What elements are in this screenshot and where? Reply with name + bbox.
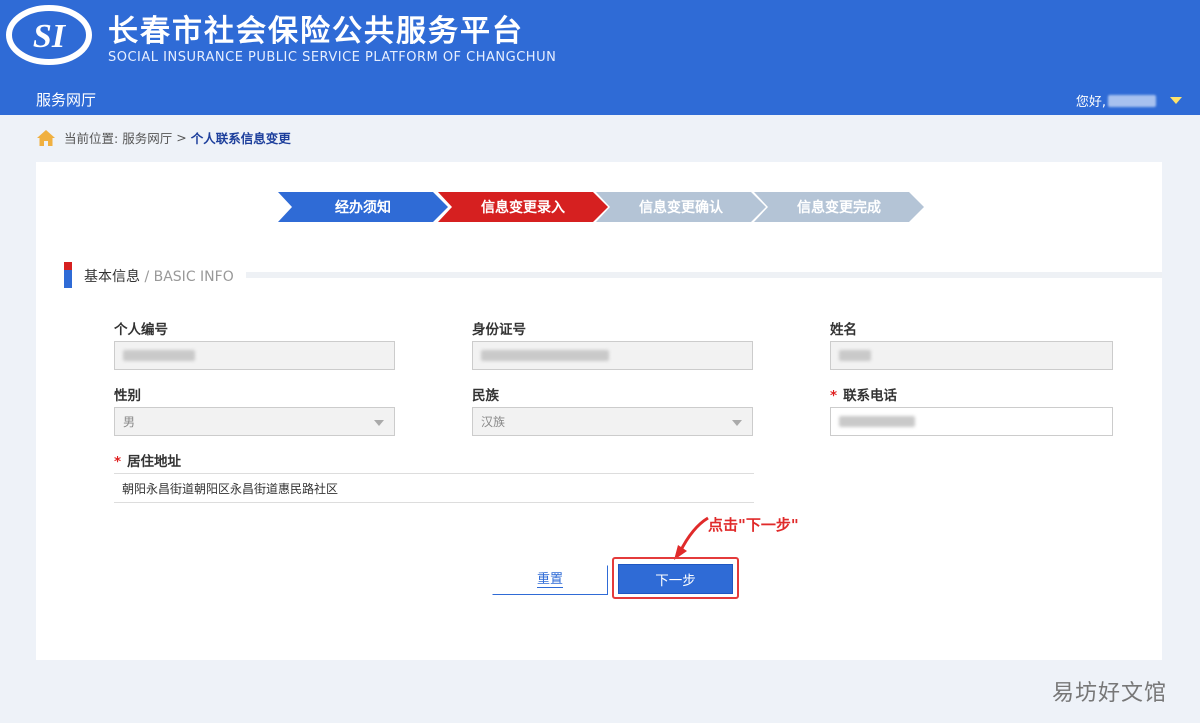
name-label: 姓名 — [830, 322, 857, 338]
reset-button[interactable]: 重置 — [492, 565, 608, 595]
nav-service-hall[interactable]: 服务网厅 — [36, 89, 96, 110]
personal-no-label: 个人编号 — [114, 322, 168, 338]
breadcrumb-current: 个人联系信息变更 — [190, 131, 291, 146]
chevron-down-icon — [374, 420, 384, 426]
main-panel: 经办须知 信息变更录入 信息变更确认 信息变更完成 基本信息 / BASIC I… — [36, 162, 1162, 660]
personal-no-field — [114, 341, 395, 370]
address-input[interactable]: 朝阳永昌街道朝阳区永昌街道惠民路社区 — [114, 473, 754, 503]
home-icon[interactable] — [36, 129, 56, 147]
breadcrumb-separator: > — [176, 130, 187, 145]
phone-input[interactable] — [830, 407, 1113, 436]
user-menu[interactable]: 您好, — [1076, 91, 1182, 110]
ethnicity-label: 民族 — [472, 388, 499, 404]
svg-text:SI: SI — [33, 18, 67, 55]
progress-steps: 经办须知 信息变更录入 信息变更确认 信息变更完成 — [278, 192, 928, 222]
click-next-annotation: 点击"下一步" — [708, 516, 799, 534]
watermark: 易坊好文馆 — [1052, 681, 1168, 706]
address-label: * 居住地址 — [114, 454, 182, 470]
site-header: SI 长春市社会保险公共服务平台 SOCIAL INSURANCE PUBLIC… — [0, 0, 1200, 115]
id-no-field — [472, 341, 753, 370]
site-title: 长春市社会保险公共服务平台 — [108, 14, 524, 49]
gender-label: 性别 — [114, 388, 141, 404]
id-no-label: 身份证号 — [472, 322, 526, 338]
next-step-button[interactable]: 下一步 — [618, 564, 733, 594]
breadcrumb-prefix: 当前位置: — [64, 131, 119, 146]
breadcrumb-parent[interactable]: 服务网厅 — [122, 128, 172, 147]
phone-label: * 联系电话 — [830, 388, 898, 404]
gender-select: 男 — [114, 407, 395, 436]
username-redacted — [1108, 94, 1156, 107]
arrow-annotation-icon — [674, 516, 709, 560]
ethnicity-select: 汉族 — [472, 407, 753, 436]
chevron-down-icon — [732, 420, 742, 426]
section-title: 基本信息 / BASIC INFO — [84, 269, 234, 285]
section-marker — [64, 262, 72, 288]
caret-down-icon[interactable] — [1170, 97, 1182, 104]
step-info-confirm: 信息变更确认 — [596, 192, 766, 222]
step-info-complete: 信息变更完成 — [754, 192, 924, 222]
step-notice: 经办须知 — [278, 192, 448, 222]
step-info-entry: 信息变更录入 — [438, 192, 608, 222]
site-subtitle: SOCIAL INSURANCE PUBLIC SERVICE PLATFORM… — [108, 50, 557, 65]
section-divider — [246, 272, 1162, 278]
greeting-text: 您好, — [1075, 95, 1106, 110]
name-field — [830, 341, 1113, 370]
breadcrumb: 当前位置: 服务网厅 > 个人联系信息变更 — [36, 128, 291, 147]
si-logo-icon: SI — [6, 5, 92, 65]
